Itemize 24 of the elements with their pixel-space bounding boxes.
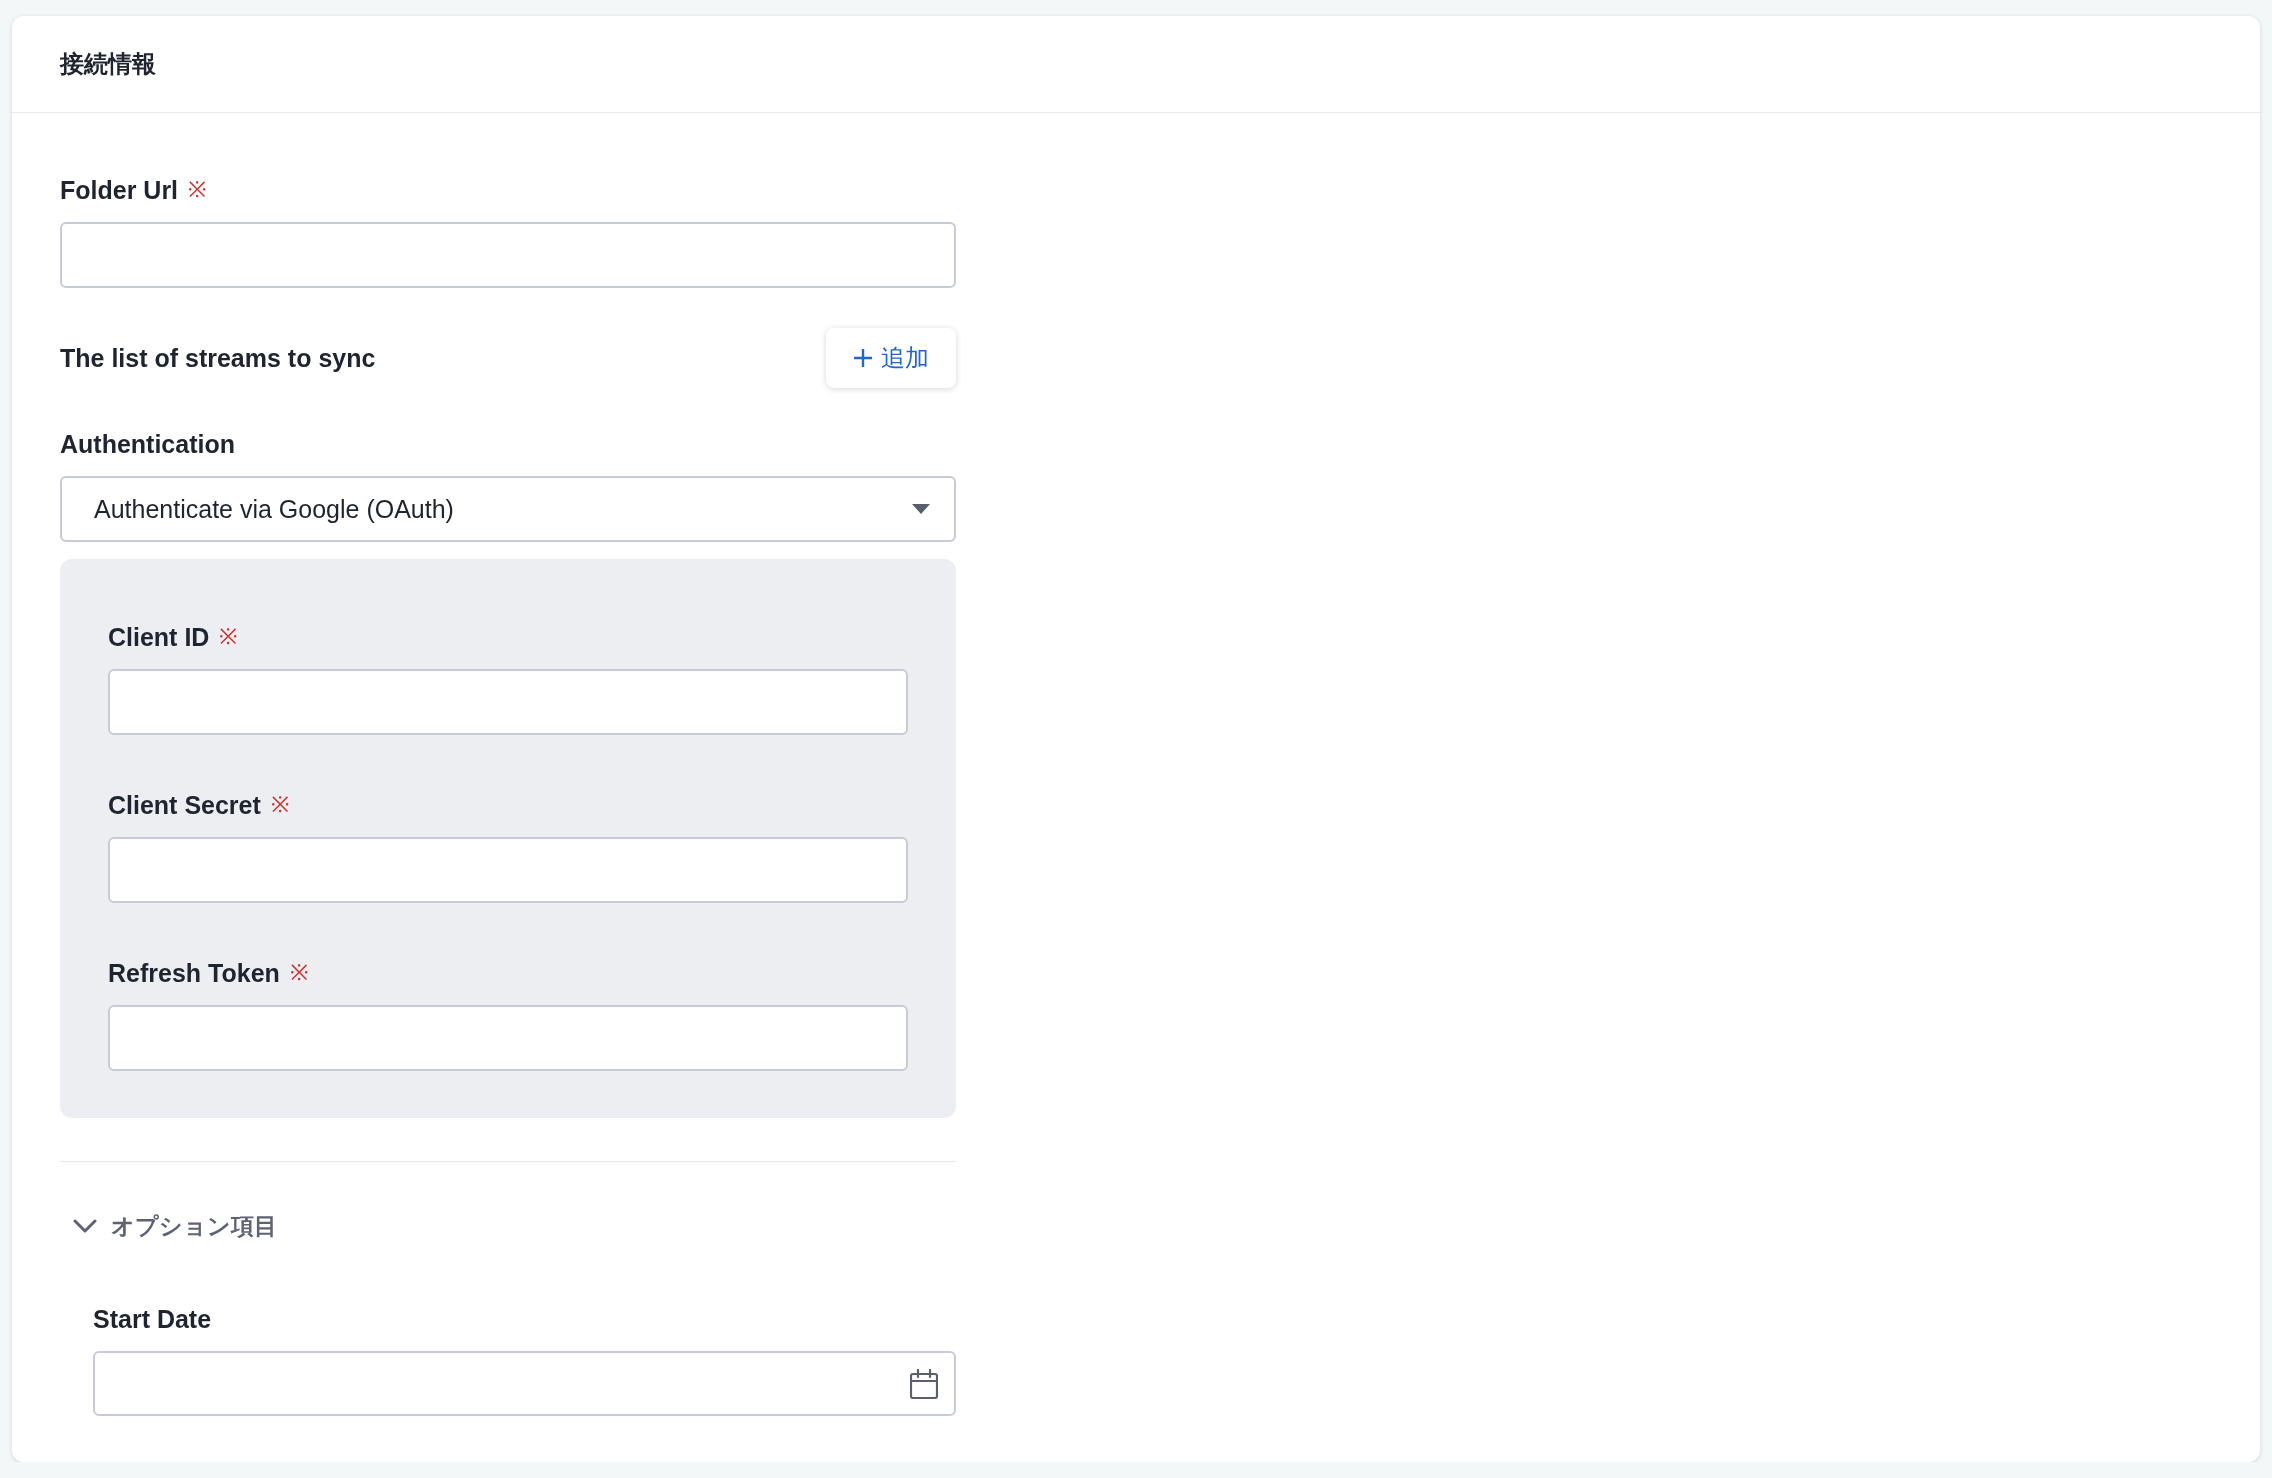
field-label: The list of streams to sync: [60, 343, 376, 374]
required-mark: ※: [270, 791, 289, 819]
field-label: Folder Url: [60, 175, 179, 206]
options-toggle[interactable]: オプション項目: [60, 1210, 281, 1242]
section-title: 接続情報: [60, 49, 156, 79]
plus-icon: [853, 348, 873, 368]
date-field[interactable]: [93, 1351, 956, 1416]
caret-icon: [912, 504, 930, 514]
input-field[interactable]: [108, 669, 908, 735]
chevron-down-icon: [73, 1218, 97, 1234]
field-label: Refresh Token: [108, 958, 280, 989]
field-label: Client ID: [108, 622, 210, 653]
field-label: Start Date: [93, 1304, 212, 1335]
required-mark: ※: [219, 623, 238, 651]
input-field[interactable]: [108, 1005, 908, 1071]
required-mark: ※: [188, 176, 207, 204]
select-field[interactable]: Authenticate via Google (OAuth): [60, 476, 956, 542]
required-mark: ※: [289, 959, 308, 987]
input-field[interactable]: [60, 222, 956, 288]
add-button[interactable]: 追加: [826, 328, 956, 388]
calendar-icon: [910, 1368, 938, 1399]
field-label: Client Secret: [108, 790, 261, 821]
input-field[interactable]: [108, 837, 908, 903]
field-label: Authentication: [60, 429, 235, 460]
